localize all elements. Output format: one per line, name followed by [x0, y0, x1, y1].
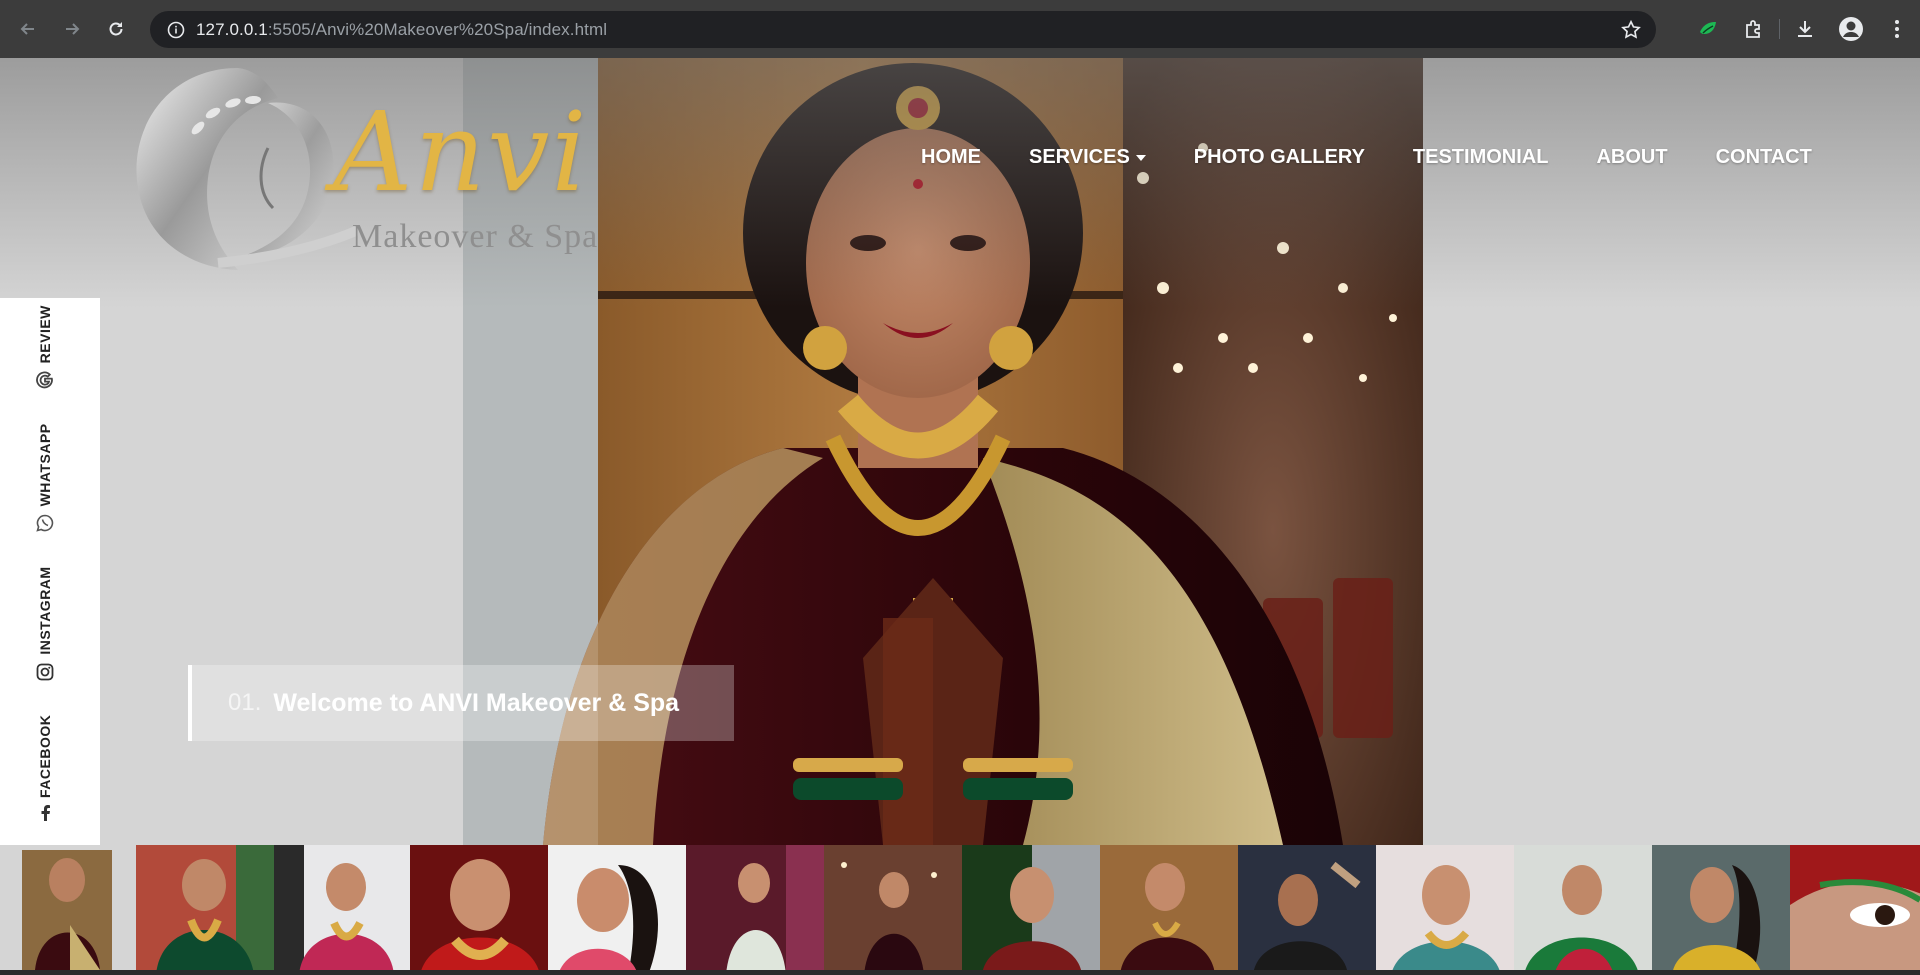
slide-title: Welcome to ANVI Makeover & Spa	[273, 688, 680, 717]
menu-icon[interactable]	[1874, 19, 1920, 39]
social-review[interactable]: REVIEW	[36, 305, 54, 389]
thumbnail[interactable]	[0, 845, 136, 975]
whatsapp-icon	[36, 514, 54, 533]
social-whatsapp[interactable]: WHATSAPP	[36, 423, 54, 533]
thumbnail[interactable]	[824, 845, 962, 975]
nav-label: PHOTO GALLERY	[1193, 146, 1365, 168]
url-text: 127.0.0.1:5505/Anvi%20Makeover%20Spa/ind…	[196, 19, 608, 39]
reload-icon[interactable]	[94, 7, 138, 51]
extension-leaf-icon[interactable]	[1685, 18, 1731, 40]
main-nav: HOME SERVICES PHOTO GALLERY TESTIMONIAL …	[921, 146, 1812, 169]
page-bottom-bar	[0, 970, 1920, 975]
thumbnail[interactable]	[686, 845, 824, 975]
thumbnail[interactable]	[962, 845, 1100, 975]
social-label: REVIEW	[37, 305, 53, 364]
social-label: FACEBOOK	[37, 714, 53, 798]
profile-icon[interactable]	[1828, 16, 1874, 42]
thumbnail[interactable]	[1100, 845, 1238, 975]
thumbnail[interactable]	[1376, 845, 1514, 975]
forward-icon[interactable]	[50, 7, 94, 51]
logo-tagline: Makeover & Spa	[352, 218, 599, 255]
nav-contact[interactable]: CONTACT	[1716, 146, 1812, 169]
back-icon[interactable]	[6, 7, 50, 51]
slide-number: 01.	[228, 689, 262, 716]
social-facebook[interactable]: FACEBOOK	[37, 714, 53, 821]
site-logo[interactable]: Anvi Makeover & Spa	[118, 58, 608, 278]
social-links: FACEBOOK INSTAGRAM WHATSAPP REVIEW	[36, 271, 54, 821]
nav-testimonial[interactable]: TESTIMONIAL	[1413, 146, 1549, 169]
thumbnail[interactable]	[136, 845, 274, 975]
social-instagram[interactable]: INSTAGRAM	[36, 566, 54, 681]
browser-toolbar: 127.0.0.1:5505/Anvi%20Makeover%20Spa/ind…	[0, 0, 1920, 58]
nav-about[interactable]: ABOUT	[1596, 146, 1667, 169]
social-label: WHATSAPP	[37, 423, 53, 507]
nav-photo-gallery[interactable]: PHOTO GALLERY	[1194, 146, 1365, 169]
instagram-icon	[36, 663, 54, 681]
extensions-icon[interactable]	[1731, 18, 1777, 40]
nav-label: SERVICES	[1029, 146, 1130, 168]
thumbnail[interactable]	[1790, 845, 1920, 975]
bookmark-star-icon[interactable]	[1620, 19, 1642, 45]
thumbnail[interactable]	[548, 845, 686, 975]
nav-label: CONTACT	[1715, 146, 1812, 168]
address-bar[interactable]: 127.0.0.1:5505/Anvi%20Makeover%20Spa/ind…	[150, 11, 1656, 48]
nav-home[interactable]: HOME	[921, 146, 981, 169]
toolbar-divider	[1779, 19, 1780, 39]
nav-services[interactable]: SERVICES	[1029, 146, 1146, 169]
caret-down-icon	[1135, 154, 1146, 161]
thumbnail-strip	[0, 845, 1920, 975]
nav-label: HOME	[921, 146, 981, 168]
thumbnail[interactable]	[410, 845, 548, 975]
logo-wordmark: Anvi	[333, 88, 589, 216]
social-label: INSTAGRAM	[37, 566, 53, 655]
facebook-icon	[38, 805, 52, 821]
thumbnail[interactable]	[1238, 845, 1376, 975]
thumbnail[interactable]	[1514, 845, 1652, 975]
web-page: Anvi Makeover & Spa HOME SERVICES PHOTO …	[0, 58, 1920, 975]
nav-label: TESTIMONIAL	[1412, 146, 1549, 168]
thumbnail[interactable]	[274, 845, 410, 975]
site-info-icon[interactable]	[156, 21, 196, 39]
google-icon	[36, 371, 54, 389]
social-sidebar: FACEBOOK INSTAGRAM WHATSAPP REVIEW	[0, 298, 100, 848]
logo-emblem-icon	[136, 68, 358, 270]
download-icon[interactable]	[1782, 18, 1828, 40]
thumbnail[interactable]	[1652, 845, 1790, 975]
slide-caption: 01. Welcome to ANVI Makeover & Spa	[188, 665, 734, 741]
nav-label: ABOUT	[1596, 146, 1668, 168]
